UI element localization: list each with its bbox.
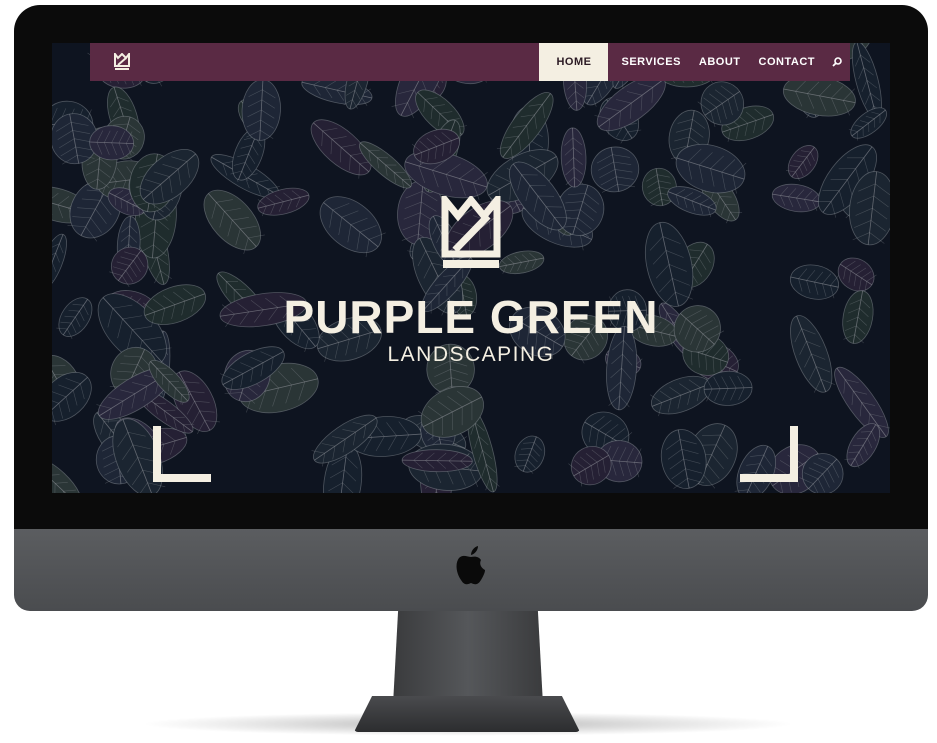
- nav-menu: HOME SERVICES ABOUT CONTACT: [539, 43, 850, 81]
- nav-home[interactable]: HOME: [539, 43, 609, 81]
- hero-subtitle: LANDSCAPING: [387, 343, 555, 366]
- navbar: HOME SERVICES ABOUT CONTACT: [90, 43, 850, 81]
- crown-logo-icon[interactable]: [114, 53, 130, 71]
- crown-logo-icon: [441, 196, 501, 268]
- nav-services[interactable]: SERVICES: [612, 43, 689, 81]
- imac-stand-foot: [354, 696, 580, 732]
- nav-contact[interactable]: CONTACT: [750, 43, 824, 81]
- hero-title: PURPLE GREEN: [283, 291, 659, 343]
- nav-about[interactable]: ABOUT: [690, 43, 750, 81]
- apple-logo-icon: [456, 546, 485, 585]
- corner-bracket-right-icon: [740, 426, 798, 482]
- website-screen: HOME SERVICES ABOUT CONTACT PURPLE GREEN…: [52, 43, 890, 493]
- search-icon: [832, 57, 842, 67]
- nav-search-button[interactable]: [824, 43, 850, 81]
- corner-bracket-left-icon: [153, 426, 211, 482]
